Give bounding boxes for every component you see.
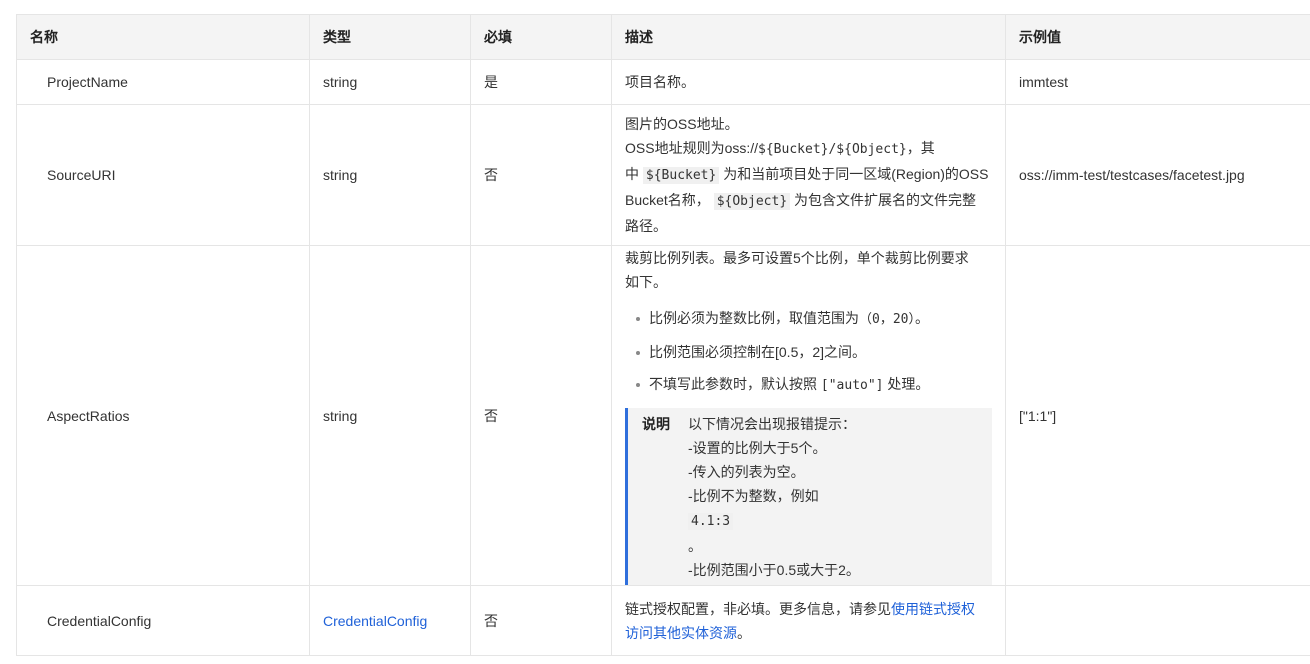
param-example: ["1:1"] [1005, 245, 1310, 586]
desc-text: 链式授权配置，非必填。更多信息，请参见 [625, 600, 891, 617]
code-bucket: ${Bucket} [642, 167, 720, 184]
desc-line: OSS地址规则为oss://${Bucket}/${Object}，其 [625, 136, 992, 162]
note-line: -传入的列表为空。 [688, 464, 805, 480]
parameter-table-wrapper: 名称 类型 必填 描述 示例值 ProjectName string 是 项目名… [16, 14, 1310, 656]
desc-line: 图片的OSS地址。 [625, 116, 739, 132]
desc-line: 链式授权配置，非必填。更多信息，请参见使用链式授权 [625, 597, 992, 621]
note-line: -设置的比例大于5个。 [688, 440, 827, 456]
note-text: 。 [688, 538, 702, 554]
code-object: ${Object} [713, 193, 791, 210]
table-row: CredentialConfig CredentialConfig 否 链式授权… [16, 585, 1310, 656]
list-item: 比例必须为整数比例，取值范围为（0，20）。 [625, 306, 992, 332]
chain-auth-doc-link-cont[interactable]: 访问其他实体资源 [625, 625, 737, 641]
note-line: 以下情况会出现报错提示： [688, 416, 856, 432]
desc-line: 如下。 [625, 274, 667, 290]
param-name: CredentialConfig [16, 585, 310, 656]
param-type: string [309, 59, 471, 105]
header-description: 描述 [611, 14, 1006, 60]
desc-text: ，其 [906, 140, 935, 156]
desc-text: 处理。 [883, 376, 930, 392]
bullet-list: 比例必须为整数比例，取值范围为（0，20）。 比例范围必须控制在[0.5，2]之… [625, 306, 992, 398]
header-required: 必填 [470, 14, 612, 60]
param-example [1005, 585, 1310, 656]
table-row: ProjectName string 是 项目名称。 immtest [16, 59, 1310, 105]
table-header-row: 名称 类型 必填 描述 示例值 [16, 14, 1310, 60]
note-label: 说明 [642, 416, 670, 432]
chain-auth-doc-link[interactable]: 使用链式授权 [891, 601, 975, 617]
desc-line: 路径。 [625, 218, 667, 234]
note-box: 说明 以下情况会出现报错提示： -设置的比例大于5个。 -传入的列表为空。 -比… [625, 408, 992, 585]
table-row: SourceURI string 否 图片的OSS地址。 OSS地址规则为oss… [16, 104, 1310, 246]
note-line: -比例范围小于0.5或大于2。 [688, 562, 860, 578]
list-item: 比例范围必须控制在[0.5，2]之间。 [625, 340, 992, 364]
param-required: 否 [470, 585, 612, 656]
credential-config-type-link[interactable]: CredentialConfig [323, 613, 427, 629]
desc-text: OSS地址规则为oss:// [625, 140, 759, 156]
table-row: AspectRatios string 否 裁剪比例列表。最多可设置5个比例，单… [16, 245, 1310, 586]
header-type: 类型 [309, 14, 471, 60]
desc-text: 比例必须为整数比例，取值范围为 [649, 310, 859, 326]
param-description: 项目名称。 [611, 59, 1006, 105]
param-type: string [309, 104, 471, 246]
link-text: 访问其他实体资源 [625, 624, 737, 641]
param-type: string [309, 245, 471, 586]
list-item: 不填写此参数时，默认按照 ["auto"] 处理。 [625, 372, 992, 398]
parameter-table: 名称 类型 必填 描述 示例值 ProjectName string 是 项目名… [16, 14, 1310, 656]
header-example: 示例值 [1005, 14, 1310, 60]
param-name: ProjectName [16, 59, 310, 105]
desc-text: 。 [914, 310, 929, 326]
link-text: 使用链式授权 [891, 600, 975, 617]
param-required: 否 [470, 245, 612, 586]
desc-text: 。 [737, 624, 751, 641]
desc-text: 中 [625, 166, 643, 182]
desc-line: 裁剪比例列表。最多可设置5个比例，单个裁剪比例要求 [625, 250, 969, 266]
param-description: 图片的OSS地址。 OSS地址规则为oss://${Bucket}/${Obje… [611, 104, 1006, 246]
note-text: -比例不为整数，例如 [688, 488, 819, 504]
desc-line: 中 ${Bucket} 为和当前项目处于同一区域(Region)的OSS [625, 162, 992, 188]
code-auto: ["auto"] [820, 378, 884, 393]
note-lines: 以下情况会出现报错提示： -设置的比例大于5个。 -传入的列表为空。 -比例不为… [688, 412, 860, 582]
desc-text: Bucket名称， [625, 192, 710, 208]
param-example: immtest [1005, 59, 1310, 105]
param-type: CredentialConfig [309, 585, 471, 656]
param-example: oss://imm-test/testcases/facetest.jpg [1005, 104, 1310, 246]
header-name: 名称 [16, 14, 310, 60]
desc-line: 访问其他实体资源。 [625, 621, 992, 645]
note-line: -比例不为整数，例如 4.1:3 。 [688, 484, 860, 558]
param-name: AspectRatios [16, 245, 310, 586]
desc-line: Bucket名称， ${Object} 为包含文件扩展名的文件完整 [625, 188, 992, 214]
param-required: 是 [470, 59, 612, 105]
desc-text: 不填写此参数时，默认按照 [649, 376, 817, 392]
param-name: SourceURI [16, 104, 310, 246]
param-required: 否 [470, 104, 612, 246]
param-description: 链式授权配置，非必填。更多信息，请参见使用链式授权 访问其他实体资源。 [611, 585, 1006, 656]
param-description: 裁剪比例列表。最多可设置5个比例，单个裁剪比例要求 如下。 比例必须为整数比例，… [611, 245, 1006, 586]
desc-text: 为包含文件扩展名的文件完整 [790, 192, 977, 208]
code-example-ratio: 4.1:3 [688, 513, 734, 530]
code-path: ${Bucket}/${Object} [758, 142, 907, 157]
code-range: （0，20） [859, 312, 915, 327]
desc-text: 为和当前项目处于同一区域(Region)的OSS [719, 166, 989, 182]
